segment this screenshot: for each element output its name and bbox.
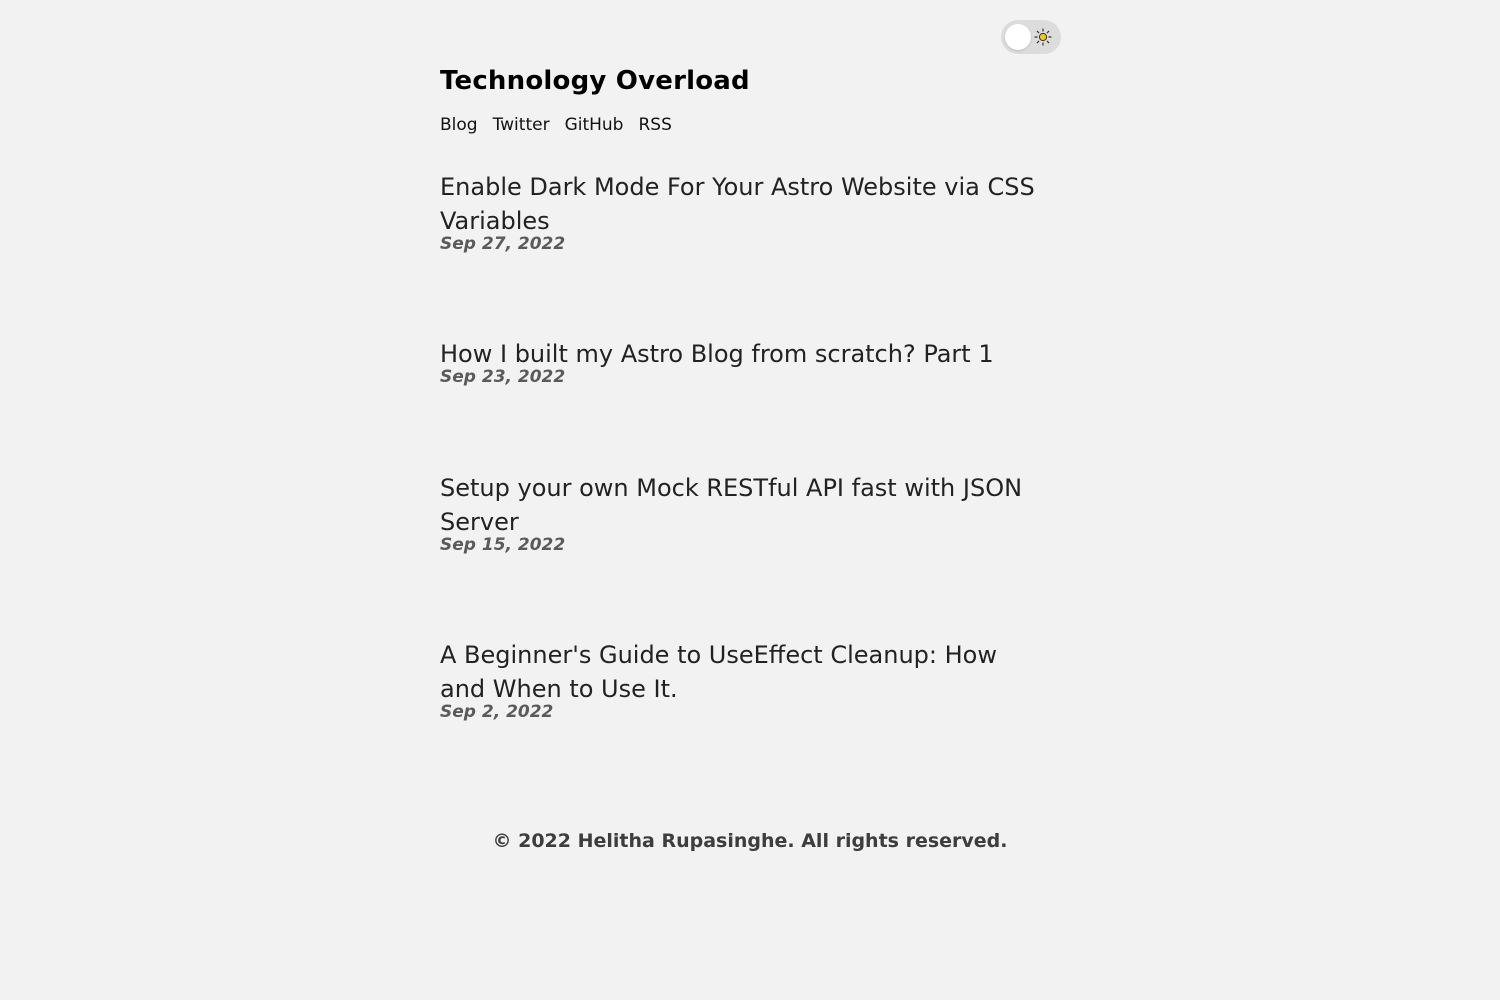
sun-icon [1034,28,1052,46]
post-item: How I built my Astro Blog from scratch? … [440,337,1040,388]
post-date: Sep 2, 2022 [440,702,554,722]
post-item: Setup your own Mock RESTful API fast wit… [440,471,1040,556]
footer-copyright: © 2022 Helitha Rupasinghe. All rights re… [492,830,1008,852]
post-date: Sep 15, 2022 [440,535,566,555]
main-nav: Blog Twitter GitHub RSS [440,115,672,135]
page: Technology Overload Blog Twitter GitHub … [0,0,1500,1000]
toggle-knob[interactable] [1005,24,1031,50]
theme-toggle[interactable] [1001,20,1061,54]
post-title-link[interactable]: A Beginner's Guide to UseEffect Cleanup:… [440,638,1040,706]
post-item: Enable Dark Mode For Your Astro Website … [440,170,1040,255]
site-title[interactable]: Technology Overload [440,66,750,96]
post-title-link[interactable]: Enable Dark Mode For Your Astro Website … [440,170,1040,238]
post-item: A Beginner's Guide to UseEffect Cleanup:… [440,638,1040,723]
nav-link-github[interactable]: GitHub [565,115,624,135]
nav-link-rss[interactable]: RSS [638,115,671,135]
post-title-link[interactable]: Setup your own Mock RESTful API fast wit… [440,471,1040,539]
post-date: Sep 27, 2022 [440,234,566,254]
nav-link-blog[interactable]: Blog [440,115,478,135]
nav-link-twitter[interactable]: Twitter [493,115,550,135]
